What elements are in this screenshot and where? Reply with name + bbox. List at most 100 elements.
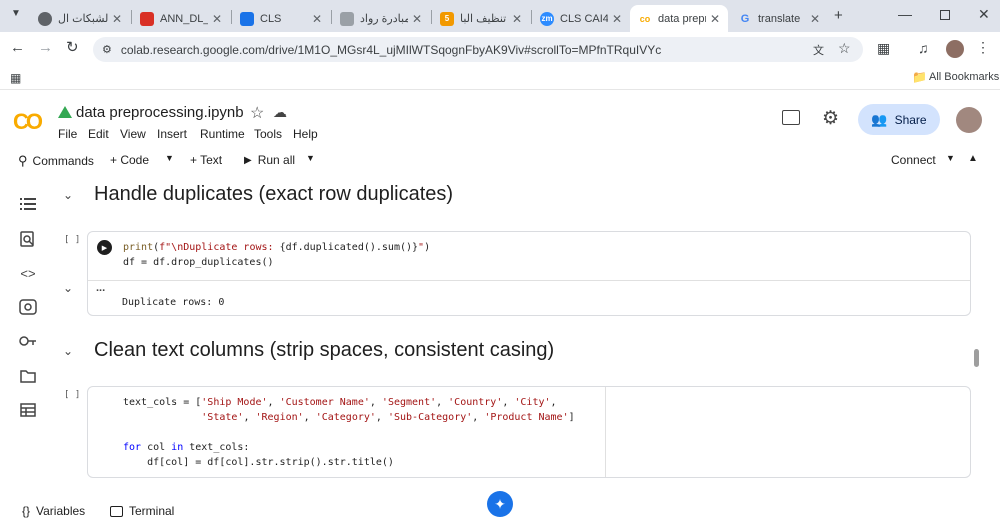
media-controls-icon[interactable]: ♫: [918, 40, 929, 56]
editor-ruler: [605, 387, 606, 477]
connect-dropdown-icon[interactable]: ▼: [946, 153, 955, 163]
browser-tab[interactable]: الشبكات ال ✕: [30, 5, 130, 32]
browser-tab[interactable]: G translate ✕: [730, 5, 828, 32]
code-editor[interactable]: print(f"\nDuplicate rows: {df.duplicated…: [123, 240, 430, 270]
colab-logo[interactable]: CO: [13, 109, 43, 135]
apps-icon[interactable]: ▦: [10, 71, 21, 85]
url-text[interactable]: colab.research.google.com/drive/1M1O_MGs…: [121, 43, 661, 57]
code-snippets-icon[interactable]: <>: [18, 263, 38, 283]
collapse-section-icon[interactable]: ⌄: [63, 344, 73, 358]
gemini-sparkle-icon[interactable]: ✦: [487, 491, 513, 517]
add-code-button[interactable]: + Code: [110, 153, 149, 167]
run-all-button[interactable]: ▶ Run all: [244, 153, 295, 167]
connect-button[interactable]: Connect: [891, 153, 936, 167]
key-icon[interactable]: [18, 331, 38, 351]
cell-execution-count: [ ]: [64, 390, 81, 400]
close-tab-icon[interactable]: ✕: [212, 12, 222, 26]
cell-execution-count: [ ]: [64, 235, 81, 245]
new-tab-icon[interactable]: +: [834, 7, 843, 24]
data-table-icon[interactable]: [18, 400, 38, 420]
commands-label: Commands: [32, 154, 94, 168]
tab-search-button[interactable]: ▼: [8, 8, 24, 24]
close-tab-icon[interactable]: ✕: [810, 12, 820, 26]
menu-file[interactable]: File: [58, 127, 77, 141]
collapse-output-icon[interactable]: ⌄: [63, 281, 73, 295]
play-icon: ▶: [244, 154, 252, 166]
tab-title: تنظيف البا: [460, 13, 507, 25]
share-button[interactable]: 👥 Share: [858, 104, 940, 135]
translate-icon[interactable]: 文: [813, 42, 824, 58]
tab-title: ANN_DL_A: [160, 12, 208, 25]
back-icon[interactable]: ←: [10, 39, 25, 56]
close-tab-icon[interactable]: ✕: [710, 12, 720, 26]
collapse-section-icon[interactable]: ⌄: [63, 188, 73, 202]
browser-tab[interactable]: ANN_DL_A ✕: [132, 5, 230, 32]
bookmark-star-icon[interactable]: ☆: [838, 40, 851, 57]
run-all-dropdown-icon[interactable]: ▼: [306, 153, 315, 163]
table-of-contents-icon[interactable]: [18, 194, 38, 214]
star-icon[interactable]: ☆: [250, 103, 264, 123]
menu-view[interactable]: View: [120, 127, 146, 141]
settings-gear-icon[interactable]: ⚙: [822, 107, 839, 130]
colab-icon: co: [639, 13, 651, 24]
terminal-icon: [110, 505, 123, 517]
code-editor[interactable]: text_cols = ['Ship Mode', 'Customer Name…: [123, 395, 575, 470]
browser-tab[interactable]: CLS ✕: [232, 5, 330, 32]
close-window-icon[interactable]: ✕: [978, 6, 990, 23]
terminal-label: Terminal: [129, 504, 175, 518]
people-icon: 👥: [871, 111, 888, 127]
address-bar[interactable]: ⚙ colab.research.google.com/drive/1M1O_M…: [93, 37, 863, 62]
globe-icon: [38, 11, 52, 26]
close-tab-icon[interactable]: ✕: [112, 12, 122, 26]
vertical-scrollbar-thumb[interactable]: [974, 349, 979, 367]
commands-button[interactable]: ⚲ Commands: [18, 153, 94, 169]
tab-title: CLS CAI4: [560, 12, 608, 25]
code-cell[interactable]: text_cols = ['Ship Mode', 'Customer Name…: [87, 386, 971, 478]
site-info-icon[interactable]: ⚙: [102, 43, 112, 56]
menu-runtime[interactable]: Runtime: [200, 127, 245, 141]
terminal-button[interactable]: Terminal: [110, 504, 174, 518]
browser-menu-icon[interactable]: ⋮: [976, 39, 990, 56]
code-dropdown-icon[interactable]: ▼: [165, 153, 174, 163]
forward-icon[interactable]: →: [38, 39, 53, 56]
share-label: Share: [894, 112, 927, 127]
add-text-button[interactable]: + Text: [190, 153, 222, 167]
find-replace-icon[interactable]: [18, 229, 38, 249]
close-tab-icon[interactable]: ✕: [512, 12, 522, 26]
collapse-header-icon[interactable]: ▲: [968, 153, 978, 164]
secrets-icon[interactable]: [18, 297, 38, 317]
cloud-saved-icon[interactable]: ☁: [273, 104, 287, 121]
close-tab-icon[interactable]: ✕: [612, 12, 622, 26]
section-heading: Clean text columns (strip spaces, consis…: [94, 339, 555, 361]
variables-button[interactable]: {} Variables: [22, 504, 85, 518]
notebook-title[interactable]: data preprocessing.ipynb: [76, 104, 244, 121]
browser-tab-active[interactable]: co data prepr ✕: [630, 5, 728, 32]
drive-icon: [58, 106, 72, 118]
add-text-label: + Text: [190, 153, 223, 167]
add-code-label: + Code: [110, 153, 150, 167]
menu-help[interactable]: Help: [293, 127, 318, 141]
docs-icon: [240, 11, 254, 26]
output-menu-ellipsis[interactable]: ...: [96, 282, 105, 294]
close-tab-icon[interactable]: ✕: [312, 12, 322, 26]
menu-tools[interactable]: Tools: [254, 127, 282, 141]
connect-label: Connect: [891, 153, 936, 167]
maximize-icon[interactable]: [940, 10, 950, 20]
extensions-icon[interactable]: ▦: [877, 40, 890, 57]
browser-tab[interactable]: 5 تنظيف البا ✕: [432, 5, 530, 32]
files-folder-icon[interactable]: [18, 366, 38, 386]
menu-edit[interactable]: Edit: [88, 127, 109, 141]
braces-icon: {}: [22, 504, 31, 518]
minimize-icon[interactable]: —: [898, 6, 912, 22]
close-tab-icon[interactable]: ✕: [412, 12, 422, 26]
menu-insert[interactable]: Insert: [157, 127, 187, 141]
browser-tab[interactable]: zm CLS CAI4 ✕: [532, 5, 630, 32]
comment-icon[interactable]: [782, 110, 800, 125]
account-avatar[interactable]: [956, 107, 982, 133]
zoom-icon: zm: [540, 11, 554, 26]
run-cell-icon[interactable]: ▶: [97, 240, 112, 255]
all-bookmarks-link[interactable]: All Bookmarks: [929, 71, 999, 83]
reload-icon[interactable]: ↻: [66, 38, 79, 56]
browser-tab[interactable]: مبادرة رواد ✕: [332, 5, 430, 32]
profile-avatar[interactable]: [946, 40, 964, 58]
